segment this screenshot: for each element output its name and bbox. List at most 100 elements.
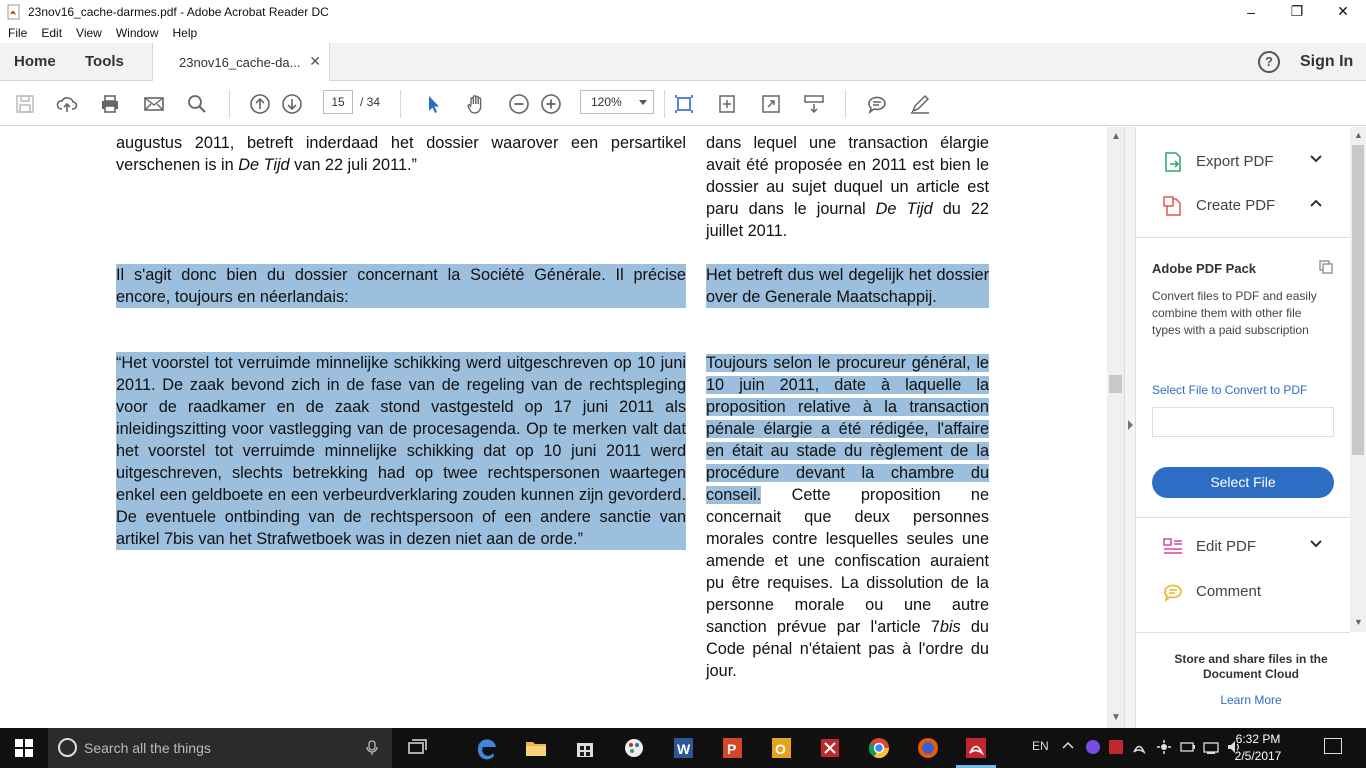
paint-app-icon[interactable]: [620, 734, 648, 762]
zoom-in-icon[interactable]: [539, 92, 563, 116]
language-indicator[interactable]: EN: [1032, 739, 1049, 753]
menu-edit[interactable]: Edit: [41, 26, 62, 40]
chevron-down-icon: [1310, 538, 1322, 553]
app-tray-icon-purple[interactable]: [1085, 739, 1101, 758]
store-icon[interactable]: [571, 734, 599, 762]
rotate-view-icon[interactable]: [715, 92, 739, 116]
export-pdf-icon: [1162, 151, 1184, 173]
edit-pdf-label: Edit PDF: [1196, 538, 1257, 555]
scroll-thumb[interactable]: [1352, 145, 1364, 455]
select-file-button[interactable]: Select File: [1152, 467, 1334, 498]
copy-icon[interactable]: [1318, 259, 1334, 278]
chevron-up-icon[interactable]: [1062, 739, 1074, 753]
microphone-icon[interactable]: [366, 740, 378, 759]
help-icon[interactable]: ?: [1258, 51, 1280, 73]
search-icon[interactable]: [185, 92, 209, 116]
red-app-icon[interactable]: [816, 734, 844, 762]
scroll-down-icon[interactable]: ▼: [1111, 712, 1121, 723]
next-page-icon[interactable]: [280, 92, 304, 116]
scroll-down-icon[interactable]: ▼: [1354, 617, 1363, 627]
learn-more-link[interactable]: Learn More: [1152, 693, 1350, 707]
acrobat-taskbar-icon[interactable]: [962, 734, 990, 762]
export-pdf-label: Export PDF: [1196, 153, 1274, 170]
scrolling-mode-icon[interactable]: [802, 92, 826, 116]
edge-browser-icon[interactable]: [473, 734, 501, 762]
outlook-icon[interactable]: O: [767, 734, 795, 762]
document-view[interactable]: augustus 2011, betreft inderdaad het dos…: [0, 127, 1124, 728]
chrome-icon[interactable]: [865, 734, 893, 762]
hand-tool-icon[interactable]: [464, 92, 488, 116]
comment-bubble-icon: [1162, 581, 1184, 603]
cortana-icon: [58, 738, 77, 757]
close-window-button[interactable]: ✕: [1320, 0, 1366, 23]
chevron-down-icon: [639, 100, 647, 105]
paragraph-left-mid: Il s'agit donc bien du dossier concernan…: [116, 264, 686, 308]
menu-help[interactable]: Help: [173, 26, 198, 40]
tab-document[interactable]: 23nov16_cache-da... ✕: [152, 43, 330, 81]
file-drop-field[interactable]: [1152, 407, 1334, 437]
acrobat-pdf-icon: [6, 4, 22, 20]
tab-home[interactable]: Home: [14, 53, 56, 70]
create-pdf-icon: [1162, 195, 1184, 217]
chevron-up-icon: [1310, 197, 1322, 212]
network-share-icon[interactable]: [1156, 739, 1172, 758]
tab-tools[interactable]: Tools: [85, 53, 124, 70]
clock-time: 6:32 PM: [1235, 732, 1281, 746]
svg-text:O: O: [775, 741, 786, 757]
word-icon[interactable]: W: [669, 734, 697, 762]
edit-pdf-icon: [1162, 536, 1184, 558]
quote-right: Toujours selon le procureur général, le …: [706, 354, 989, 680]
email-icon[interactable]: [142, 92, 166, 116]
tools-pane-scrollbar[interactable]: ▲ ▼: [1350, 127, 1366, 632]
windows-start-icon[interactable]: [0, 728, 48, 768]
action-center-icon[interactable]: [1324, 738, 1342, 754]
system-clock[interactable]: 6:32 PM 2/5/2017: [1232, 731, 1284, 765]
comment-label: Comment: [1196, 583, 1262, 600]
tab-document-label: 23nov16_cache-da...: [179, 55, 301, 70]
paragraph-right-top: dans lequel une transaction élargie avai…: [706, 134, 989, 240]
previous-page-icon[interactable]: [248, 92, 272, 116]
restore-button[interactable]: ❐: [1274, 0, 1320, 23]
acrobat-tray-icon[interactable]: [1131, 739, 1147, 758]
battery-icon[interactable]: [1180, 739, 1196, 758]
zoom-out-icon[interactable]: [507, 92, 531, 116]
task-view-icon[interactable]: [403, 734, 431, 762]
paragraph-right-mid: Het betreft dus wel degelijk het dossier…: [706, 264, 989, 308]
full-screen-icon[interactable]: [759, 92, 783, 116]
print-icon[interactable]: [98, 92, 122, 116]
app-tray-icon-red[interactable]: [1108, 739, 1124, 758]
sign-in-link[interactable]: Sign In: [1300, 53, 1353, 71]
scroll-up-icon[interactable]: ▲: [1111, 131, 1121, 142]
upload-cloud-icon[interactable]: [55, 92, 79, 116]
highlight-pen-icon[interactable]: [908, 92, 932, 116]
page-number-input[interactable]: 15: [323, 90, 353, 114]
menu-view[interactable]: View: [76, 26, 102, 40]
close-tab-icon[interactable]: ✕: [309, 53, 321, 70]
powerpoint-icon[interactable]: P: [718, 734, 746, 762]
tools-pane: Export PDF Create PDF Adobe PDF Pack Con…: [1136, 127, 1366, 728]
firefox-icon[interactable]: [914, 734, 942, 762]
menu-file[interactable]: File: [8, 26, 27, 40]
file-explorer-icon[interactable]: [522, 734, 550, 762]
select-convert-label: Select File to Convert to PDF: [1152, 383, 1308, 397]
search-placeholder: Search all the things: [84, 740, 211, 756]
document-scrollbar[interactable]: ▲ ▼: [1107, 127, 1124, 728]
select-tool-icon[interactable]: [421, 92, 445, 116]
quote-left: “Het voorstel tot verruimde minnelijke s…: [116, 352, 686, 550]
create-pdf-label: Create PDF: [1196, 197, 1276, 214]
paragraph-left-top: augustus 2011, betreft inderdaad het dos…: [116, 134, 686, 174]
right-pane-toggle[interactable]: [1124, 127, 1136, 728]
minimize-button[interactable]: –: [1228, 0, 1274, 23]
collapse-arrow-icon: [1128, 420, 1133, 430]
fit-page-icon[interactable]: [672, 92, 696, 116]
svg-text:W: W: [677, 741, 691, 757]
taskbar-search[interactable]: Search all the things: [48, 728, 392, 768]
taskbar: Search all the things W P O EN 6:32 PM 2…: [0, 728, 1366, 768]
comment-icon[interactable]: [865, 92, 889, 116]
menu-window[interactable]: Window: [116, 26, 159, 40]
save-icon[interactable]: [13, 92, 37, 116]
scroll-thumb[interactable]: [1109, 375, 1122, 393]
zoom-select[interactable]: 120%: [580, 90, 654, 114]
scroll-up-icon[interactable]: ▲: [1354, 130, 1363, 140]
wifi-icon[interactable]: [1203, 739, 1219, 758]
